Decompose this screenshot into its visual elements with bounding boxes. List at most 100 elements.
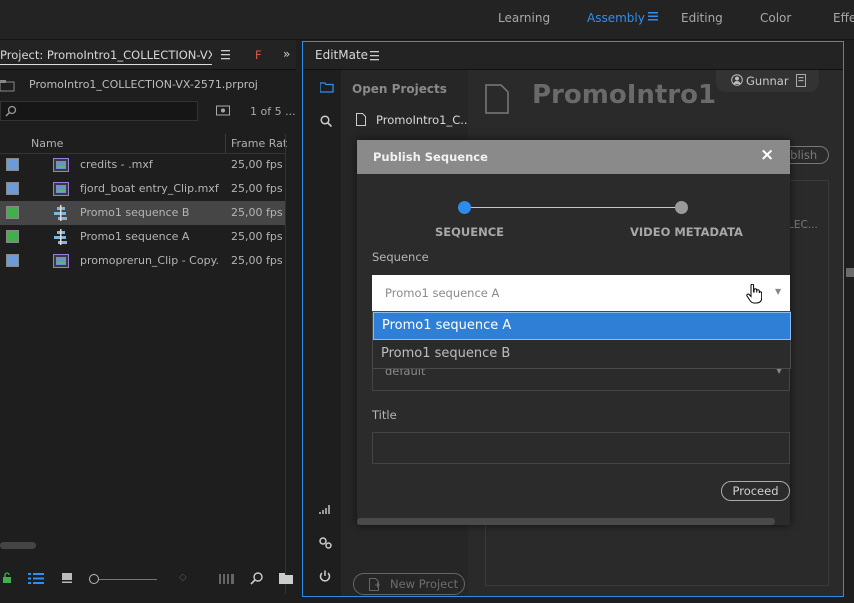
project-tab[interactable]: Project: PromoIntro1_COLLECTION-VX-2571 <box>0 48 212 65</box>
proceed-button[interactable]: Proceed <box>721 481 790 501</box>
sequence-select[interactable]: Promo1 sequence A ▼ <box>372 275 790 311</box>
second-tab[interactable]: F <box>255 48 262 62</box>
editmate-title[interactable]: EditMate <box>315 48 368 62</box>
chevron-down-icon: ▼ <box>775 287 782 296</box>
project-title: PromoIntro1 <box>532 80 717 110</box>
stepper-line <box>458 207 683 208</box>
close-icon[interactable]: × <box>760 145 774 165</box>
power-icon[interactable] <box>319 570 331 582</box>
find-icon[interactable] <box>250 572 263 585</box>
clip-icon <box>53 157 69 173</box>
step-1-dot <box>458 201 471 214</box>
column-header-row: Name Frame Rat <box>0 134 287 154</box>
step-2-dot <box>675 201 688 214</box>
new-project-label: New Project <box>390 577 459 591</box>
list-view-icon[interactable] <box>28 573 44 584</box>
editmate-sidebar <box>303 70 341 596</box>
workspace-assembly[interactable]: Assembly <box>587 11 645 25</box>
project-item-row[interactable]: promoprerun_Clip - Copy.m 25,00 fps <box>0 249 285 273</box>
dropdown-option-selected[interactable]: Promo1 sequence A <box>373 312 791 340</box>
new-document-icon <box>369 578 381 591</box>
truncated-label: LEC... <box>788 219 818 231</box>
lock-icon[interactable] <box>2 572 12 584</box>
label-color-swatch[interactable] <box>6 158 19 171</box>
project-item-name: promoprerun_Clip - Copy.m <box>80 254 220 267</box>
column-name[interactable]: Name <box>31 137 63 150</box>
new-project-button[interactable]: New Project <box>353 573 465 595</box>
search-icon[interactable] <box>320 115 332 127</box>
editmate-menu-icon[interactable] <box>370 51 380 61</box>
dropdown-option-label: Promo1 sequence A <box>382 318 512 333</box>
open-folder-icon[interactable] <box>320 82 334 93</box>
automate-icon[interactable] <box>219 574 235 584</box>
label-color-swatch[interactable] <box>6 254 19 267</box>
workspace-color[interactable]: Color <box>760 11 791 25</box>
settings-icon[interactable] <box>319 537 332 549</box>
horizontal-scrollbar[interactable] <box>0 542 36 549</box>
project-item-frame-rate: 25,00 fps <box>231 206 283 219</box>
dialog-header: Publish Sequence × <box>357 140 790 174</box>
folder-icon <box>0 80 16 92</box>
panel-menu-icon[interactable] <box>221 50 231 60</box>
edge-marker <box>846 268 854 277</box>
sequence-label: Sequence <box>372 250 429 264</box>
workspace-editing[interactable]: Editing <box>681 11 723 25</box>
sequence-icon <box>53 205 69 221</box>
signal-icon[interactable] <box>319 504 331 514</box>
project-panel: Project: PromoIntro1_COLLECTION-VX-2571 … <box>0 40 296 603</box>
project-item-frame-rate: 25,00 fps <box>231 182 283 195</box>
sequence-select-placeholder: Promo1 sequence A <box>385 286 500 300</box>
new-bin-icon[interactable] <box>216 104 230 116</box>
document-icon <box>356 113 366 126</box>
project-item-name: Promo1 sequence B <box>80 206 190 219</box>
dialog-scrollbar[interactable] <box>357 518 775 525</box>
clip-icon <box>53 181 69 197</box>
project-item-row[interactable]: Promo1 sequence B 25,00 fps <box>0 201 285 225</box>
project-item-frame-rate: 25,00 fps <box>231 230 283 243</box>
project-document-icon <box>485 84 509 114</box>
zoom-slider[interactable] <box>89 574 157 584</box>
workspace-effects[interactable]: Effe <box>833 11 854 25</box>
user-icon <box>731 74 743 86</box>
workspace-bar: Learning Assembly Editing Color Effe <box>0 0 854 40</box>
project-item-row[interactable]: fjord_boat entry_Clip.mxf 25,00 fps <box>0 177 285 201</box>
label-color-swatch[interactable] <box>6 182 19 195</box>
project-file-path: PromoIntro1_COLLECTION-VX-2571.prproj <box>29 78 258 91</box>
dialog-title: Publish Sequence <box>373 150 488 164</box>
open-project-item[interactable]: PromoIntro1_C... <box>376 113 471 127</box>
icon-view-icon[interactable] <box>62 573 73 584</box>
label-color-swatch[interactable] <box>6 230 19 243</box>
more-tabs-icon[interactable]: » <box>283 47 290 61</box>
id-card-icon <box>796 74 806 87</box>
dropdown-option-label: Promo1 sequence B <box>381 346 511 361</box>
project-toolbar: ◇ <box>0 568 296 590</box>
project-item-name: credits - .mxf <box>80 158 153 171</box>
editmate-header: EditMate <box>303 42 843 70</box>
search-icon <box>5 105 17 117</box>
publish-sequence-dialog: Publish Sequence × SEQUENCE VIDEO METADA… <box>357 140 791 525</box>
clip-icon <box>53 253 69 269</box>
project-item-row[interactable]: Promo1 sequence A 25,00 fps <box>0 225 285 249</box>
project-item-frame-rate: 25,00 fps <box>231 254 283 267</box>
project-tab-row: Project: PromoIntro1_COLLECTION-VX-2571 … <box>0 40 296 70</box>
dropdown-option[interactable]: Promo1 sequence B <box>373 340 791 368</box>
open-projects-label: Open Projects <box>352 82 447 96</box>
project-item-frame-rate: 25,00 fps <box>231 158 283 171</box>
label-color-swatch[interactable] <box>6 206 19 219</box>
user-badge[interactable]: Gunnar <box>716 70 819 92</box>
column-frame-rate[interactable]: Frame Rat <box>231 137 287 150</box>
sequence-dropdown: Promo1 sequence A Promo1 sequence B <box>372 311 791 369</box>
project-item-row[interactable]: credits - .mxf 25,00 fps <box>0 153 285 177</box>
workspace-menu-icon[interactable] <box>648 11 659 22</box>
new-folder-icon[interactable] <box>279 573 293 584</box>
step-1-label: SEQUENCE <box>435 225 505 239</box>
project-search-input[interactable] <box>0 101 198 121</box>
title-input[interactable] <box>372 432 790 464</box>
title-label: Title <box>372 408 397 422</box>
step-2-label: VIDEO METADATA <box>630 225 743 239</box>
sequence-icon <box>53 229 69 245</box>
sort-icon[interactable]: ◇ <box>179 572 187 583</box>
workspace-learning[interactable]: Learning <box>498 11 550 25</box>
project-item-name: fjord_boat entry_Clip.mxf <box>80 182 219 195</box>
user-name: Gunnar <box>746 74 789 88</box>
